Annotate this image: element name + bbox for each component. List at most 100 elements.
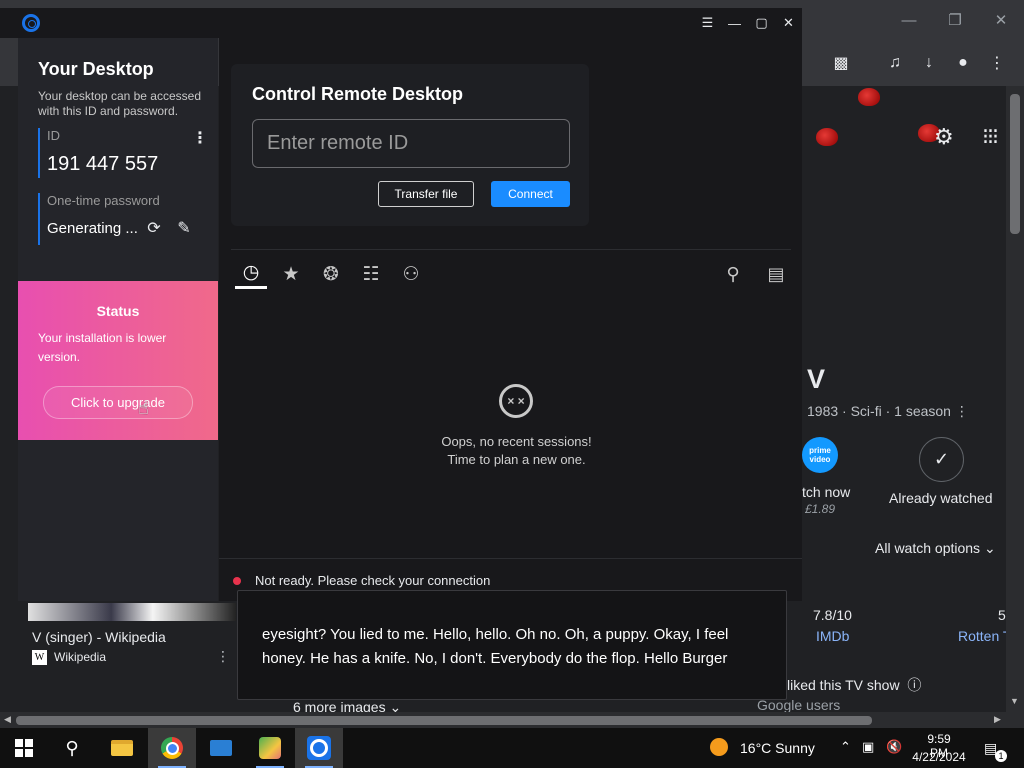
connection-status-text: Not ready. Please check your connection bbox=[255, 573, 491, 588]
browser-actions: ♫ ↓ ● ⋮ bbox=[878, 48, 1014, 78]
checkmark-icon[interactable]: ✓ bbox=[919, 437, 964, 482]
taskbar-file-explorer[interactable] bbox=[98, 728, 146, 768]
caption-line: eyesight? You lied to me. Hello, hello. … bbox=[262, 626, 729, 643]
image-thumbnail[interactable] bbox=[28, 603, 236, 621]
close-icon[interactable]: ✕ bbox=[775, 8, 802, 38]
id-value[interactable]: 191 447 557 bbox=[47, 153, 208, 176]
scroll-left-icon[interactable]: ◀ bbox=[4, 714, 11, 725]
minimize-icon[interactable]: — bbox=[886, 0, 932, 40]
maximize-icon[interactable]: ▢ bbox=[748, 8, 775, 38]
folder-icon bbox=[111, 740, 133, 756]
status-description: Your installation is lower version. bbox=[38, 331, 167, 364]
rose-decoration bbox=[816, 128, 838, 146]
scrollbar-thumb[interactable] bbox=[16, 716, 872, 725]
settings-gear-icon[interactable]: ⚙ bbox=[934, 124, 954, 150]
scroll-down-icon[interactable]: ▼ bbox=[1010, 696, 1019, 706]
all-watch-options[interactable]: All watch options ⌄ bbox=[875, 540, 996, 557]
sad-face-icon: × × bbox=[499, 384, 533, 418]
profile-icon[interactable]: ● bbox=[946, 48, 980, 78]
chrome-icon bbox=[161, 737, 183, 759]
more-kebab-icon[interactable]: ⋮ bbox=[955, 403, 969, 419]
rotten-link[interactable]: Rotten T bbox=[958, 628, 1011, 644]
wiki-result-title[interactable]: V (singer) - Wikipedia bbox=[32, 629, 166, 645]
tab-group[interactable]: ⚇ bbox=[395, 259, 427, 289]
download-icon[interactable]: ↓ bbox=[912, 48, 946, 78]
hamburger-menu-icon[interactable]: ☰ bbox=[694, 8, 721, 38]
hand-cursor-icon: ☝ bbox=[138, 398, 149, 418]
taskbar-mail[interactable] bbox=[197, 728, 245, 768]
wikipedia-icon: W bbox=[32, 650, 47, 665]
search-icon[interactable]: ⚲ bbox=[719, 259, 747, 289]
imdb-rating: 7.8/10 bbox=[813, 607, 852, 623]
connect-button[interactable]: Connect bbox=[491, 181, 570, 207]
extensions-icon[interactable]: ▩ bbox=[824, 48, 858, 78]
rustdesk-titlebar[interactable] bbox=[18, 8, 802, 38]
weather-text[interactable]: 16°C Sunny bbox=[740, 740, 815, 756]
taskbar-chrome[interactable] bbox=[148, 728, 196, 768]
refresh-icon[interactable]: ⟳ bbox=[143, 218, 165, 238]
tab-address-book[interactable]: ☷ bbox=[355, 259, 387, 289]
browser-window-controls: — ❐ ✕ bbox=[886, 0, 1024, 40]
taskbar-rustdesk[interactable] bbox=[295, 728, 343, 768]
search-icon: ⚲ bbox=[65, 737, 79, 758]
transfer-file-button[interactable]: Transfer file bbox=[378, 181, 474, 207]
watch-price: £1.89 bbox=[805, 502, 836, 516]
rustdesk-icon bbox=[307, 736, 331, 760]
start-button[interactable] bbox=[0, 728, 48, 768]
clock-date[interactable]: 4/22/2024 bbox=[910, 750, 968, 764]
star-icon: ★ bbox=[282, 263, 300, 285]
media-icon[interactable]: ♫ bbox=[878, 48, 912, 78]
address-book-icon: ☷ bbox=[362, 263, 380, 285]
already-watched-label: Already watched bbox=[889, 490, 993, 506]
extensions-bar: ▩ bbox=[824, 48, 858, 78]
prime-video-icon[interactable]: prime video bbox=[802, 437, 838, 473]
scrollbar-thumb[interactable] bbox=[1010, 94, 1020, 234]
live-caption-box[interactable]: eyesight? You lied to me. Hello, hello. … bbox=[237, 590, 787, 700]
close-icon[interactable]: ✕ bbox=[978, 0, 1024, 40]
wiki-result-source: Wikipedia bbox=[54, 650, 107, 664]
status-dot-icon bbox=[233, 577, 241, 585]
list-view-icon[interactable]: ▤ bbox=[762, 259, 790, 289]
id-label: ID bbox=[47, 128, 60, 143]
control-remote-panel: Control Remote Desktop Transfer file Con… bbox=[219, 38, 802, 601]
scroll-right-icon[interactable]: ▶ bbox=[994, 714, 1001, 725]
control-remote-title: Control Remote Desktop bbox=[252, 84, 464, 104]
vertical-scrollbar[interactable]: ▼ bbox=[1006, 86, 1024, 712]
caption-line: honey. He has a knife. No, I don't. Ever… bbox=[262, 650, 728, 667]
more-kebab-icon[interactable]: ⋮ bbox=[216, 648, 230, 665]
search-button[interactable]: ⚲ bbox=[48, 728, 96, 768]
chevron-down-icon: ⌄ bbox=[983, 540, 996, 556]
password-value[interactable]: Generating ... bbox=[47, 220, 139, 237]
tab-favorites[interactable]: ★ bbox=[275, 259, 307, 289]
apps-grid-icon[interactable]: ⁝⁝⁝ bbox=[982, 124, 999, 150]
menu-kebab-icon[interactable]: ⋮ bbox=[980, 48, 1014, 78]
password-field: One-time password Generating ... ⟳ ✎ bbox=[38, 193, 208, 245]
your-desktop-panel: Your Desktop Your desktop can be accesse… bbox=[18, 38, 218, 601]
taskbar-maps[interactable] bbox=[246, 728, 294, 768]
chevron-up-icon[interactable]: ⌃ bbox=[840, 739, 851, 755]
restore-icon[interactable]: ❐ bbox=[932, 0, 978, 40]
compass-icon: ❂ bbox=[323, 263, 339, 285]
rose-decoration bbox=[858, 88, 880, 106]
horizontal-scrollbar[interactable]: ◀ ▶ bbox=[0, 712, 1024, 728]
remote-id-input[interactable] bbox=[252, 119, 570, 168]
network-icon[interactable]: ▣ bbox=[862, 739, 874, 755]
weather-sun-icon[interactable] bbox=[710, 738, 728, 756]
imdb-link[interactable]: IMDb bbox=[816, 628, 849, 644]
upgrade-button[interactable]: Click to upgrade bbox=[43, 386, 193, 419]
rustdesk-logo-area bbox=[0, 8, 18, 38]
edit-pencil-icon[interactable]: ✎ bbox=[173, 218, 195, 238]
tab-discovered[interactable]: ❂ bbox=[315, 259, 347, 289]
mail-icon bbox=[210, 740, 232, 756]
watch-now-link[interactable]: tch now bbox=[802, 484, 850, 500]
id-field: ID 191 447 557 ⋮ bbox=[38, 128, 208, 178]
info-icon[interactable]: ⓘ bbox=[907, 677, 921, 693]
id-options-kebab-icon[interactable]: ⋮ bbox=[192, 128, 208, 148]
tab-recent-sessions[interactable]: ◷ bbox=[235, 259, 267, 289]
rustdesk-window-controls: ☰ — ▢ ✕ bbox=[694, 8, 802, 38]
minimize-icon[interactable]: — bbox=[721, 8, 748, 38]
volume-muted-icon[interactable]: 🔇 bbox=[886, 739, 902, 755]
taskbar: ⚲ 16°C Sunny ⌃ ▣ 🔇 9:59 PM 4/22/2024 ▤ 1 bbox=[0, 728, 1024, 768]
liked-text: liked this TV show ⓘ bbox=[787, 677, 922, 693]
status-card: Status Your installation is lower versio… bbox=[18, 281, 218, 440]
